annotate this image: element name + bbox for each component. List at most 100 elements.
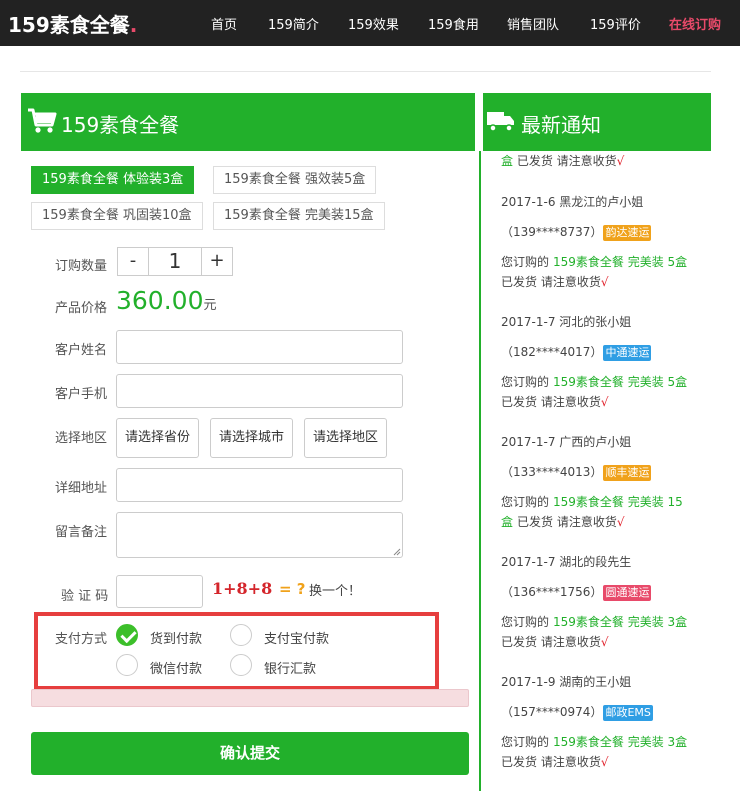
address-label: 详细地址 bbox=[55, 481, 108, 496]
payment-bank-label[interactable]: 银行汇款 bbox=[264, 658, 316, 677]
courier-badge: 顺丰速运 bbox=[603, 464, 652, 481]
name-label: 客户姓名 bbox=[55, 343, 108, 358]
notice-product-prefix: 您订购的 bbox=[501, 735, 550, 749]
captcha-equals: = ? bbox=[279, 580, 306, 598]
notice-phone-line: （139****8737） 韵达速运 bbox=[501, 223, 652, 241]
submit-button[interactable]: 确认提交 bbox=[31, 732, 469, 775]
quantity-minus-button[interactable]: - bbox=[117, 247, 149, 276]
cart-icon bbox=[28, 108, 57, 133]
notice-product-prefix: 您订购的 bbox=[501, 375, 550, 389]
notice-phone-line: （136****1756） 圆通速运 bbox=[501, 583, 652, 601]
price-label: 产品价格 bbox=[55, 301, 108, 316]
nav-home[interactable]: 首页 bbox=[211, 14, 237, 33]
city-select[interactable]: 请选择城市 bbox=[210, 418, 294, 458]
district-select[interactable]: 请选择地区 bbox=[304, 418, 388, 458]
top-navbar: 159素食全餐. 首页 159简介 159效果 159食用 销售团队 159评价… bbox=[0, 0, 740, 46]
notice-phone-line: （182****4017） 中通速运 bbox=[501, 343, 652, 361]
notice-product-prefix: 您订购的 bbox=[501, 255, 550, 269]
captcha-refresh-link[interactable]: 换一个！ bbox=[309, 580, 361, 599]
notice-partial-shipped: 已发货 请注意收货 bbox=[516, 154, 617, 168]
notice-shipped: 已发货 请注意收货 bbox=[501, 755, 601, 769]
payment-alipay-label[interactable]: 支付宝付款 bbox=[264, 628, 329, 647]
nav-sales-team[interactable]: 销售团队 bbox=[507, 14, 559, 33]
payment-label: 支付方式 bbox=[55, 632, 108, 647]
notice-product-line: 您订购的 159素食全餐 完美装 5盒 bbox=[501, 253, 687, 270]
notice-date-name: 2017-1-7 河北的张小姐 bbox=[501, 315, 632, 329]
captcha-expression: 1+8+8 bbox=[212, 579, 273, 598]
payment-wechat-radio[interactable] bbox=[116, 654, 138, 676]
payment-alipay-radio[interactable] bbox=[230, 624, 252, 646]
note-textarea[interactable] bbox=[116, 512, 403, 558]
phone-input[interactable] bbox=[116, 374, 403, 408]
truck-icon bbox=[487, 112, 514, 132]
name-input[interactable] bbox=[116, 330, 403, 364]
notice-shipped-line: 已发货 请注意收货√ bbox=[501, 393, 608, 410]
notice-shipped: 已发货 请注意收货 bbox=[501, 395, 601, 409]
notice-partial: 盒 已发货 请注意收货√ bbox=[501, 152, 624, 169]
notice-divider-line bbox=[479, 151, 481, 791]
quantity-label: 订购数量 bbox=[55, 259, 108, 274]
province-select[interactable]: 请选择省份 bbox=[116, 418, 200, 458]
payment-cod-label[interactable]: 货到付款 bbox=[150, 628, 202, 647]
courier-badge: 中通速运 bbox=[603, 344, 652, 361]
nav-reviews[interactable]: 159评价 bbox=[590, 14, 641, 33]
site-logo[interactable]: 159素食全餐. bbox=[8, 9, 137, 38]
notice-phone: （133****4013） bbox=[501, 465, 603, 479]
quantity-input[interactable]: 1 bbox=[149, 247, 201, 276]
notice-product: 159素食全餐 完美装 5盒 bbox=[553, 375, 688, 389]
phone-label: 客户手机 bbox=[55, 387, 108, 402]
resize-grip-icon[interactable] bbox=[393, 548, 401, 556]
quantity-plus-button[interactable]: + bbox=[201, 247, 233, 276]
payment-cod-radio[interactable] bbox=[116, 624, 138, 646]
notice-phone: （157****0974） bbox=[501, 705, 603, 719]
package-consolidate[interactable]: 159素食全餐 巩固装10盒 bbox=[31, 202, 203, 230]
payment-wechat-label[interactable]: 微信付款 bbox=[150, 658, 202, 677]
notice-product-line: 您订购的 159素食全餐 完美装 5盒 bbox=[501, 373, 687, 390]
notice-check: √ bbox=[600, 275, 609, 289]
notice-shipped-line: 已发货 请注意收货√ bbox=[501, 273, 608, 290]
notice-shipped: 已发货 请注意收货 bbox=[501, 635, 601, 649]
notice-date-name: 2017-1-7 广西的卢小姐 bbox=[501, 435, 632, 449]
order-panel-header: 159素食全餐 bbox=[21, 93, 475, 151]
nav-usage[interactable]: 159食用 bbox=[428, 14, 479, 33]
notice-partial-box: 盒 bbox=[501, 154, 514, 168]
address-input[interactable] bbox=[116, 468, 403, 502]
notice-check: √ bbox=[616, 515, 625, 529]
payment-bank-radio[interactable] bbox=[230, 654, 252, 676]
package-trial[interactable]: 159素食全餐 体验装3盒 bbox=[31, 166, 195, 194]
notice-phone: （139****8737） bbox=[501, 225, 603, 239]
captcha-input[interactable] bbox=[116, 575, 203, 608]
note-label: 留言备注 bbox=[55, 525, 108, 540]
package-strong[interactable]: 159素食全餐 强效装5盒 bbox=[213, 166, 377, 194]
notice-partial-check: √ bbox=[616, 154, 625, 168]
notice-panel-header: 最新通知 bbox=[483, 93, 711, 151]
notice-phone-line: （157****0974） 邮政EMS bbox=[501, 703, 653, 721]
divider bbox=[20, 71, 711, 72]
notice-phone: （182****4017） bbox=[501, 345, 603, 359]
courier-badge: 韵达速运 bbox=[603, 224, 652, 241]
captcha-label: 验 证 码 bbox=[61, 589, 109, 604]
package-perfect[interactable]: 159素食全餐 完美装15盒 bbox=[213, 202, 385, 230]
notice-check: √ bbox=[600, 395, 609, 409]
price-value: 360.00 bbox=[116, 286, 204, 315]
nav-effects[interactable]: 159效果 bbox=[348, 14, 399, 33]
price-display: 360.00元 bbox=[116, 286, 217, 315]
region-label: 选择地区 bbox=[55, 431, 108, 446]
notice-product: 159素食全餐 完美装 5盒 bbox=[553, 255, 688, 269]
notice-date-name: 2017-1-7 湖北的段先生 bbox=[501, 555, 632, 569]
nav-intro[interactable]: 159简介 bbox=[268, 14, 319, 33]
notice-shipped-line: 盒已发货 请注意收货√ bbox=[501, 513, 625, 530]
notice-product-line: 您订购的 159素食全餐 完美装 3盒 bbox=[501, 733, 687, 750]
courier-badge: 邮政EMS bbox=[603, 704, 653, 721]
notice-shipped-line: 已发货 请注意收货√ bbox=[501, 753, 608, 770]
notice-product-wrap: 盒 bbox=[501, 515, 514, 529]
price-unit: 元 bbox=[203, 298, 217, 313]
notice-product-prefix: 您订购的 bbox=[501, 495, 550, 509]
nav-order-online[interactable]: 在线订购 bbox=[669, 14, 721, 33]
notice-shipped: 已发货 请注意收货 bbox=[517, 515, 617, 529]
notice-phone-line: （133****4013） 顺丰速运 bbox=[501, 463, 652, 481]
notice-product: 159素食全餐 完美装 3盒 bbox=[553, 735, 688, 749]
notice-check: √ bbox=[600, 635, 609, 649]
notice-product-line: 您订购的 159素食全餐 完美装 15 bbox=[501, 493, 683, 510]
notice-phone: （136****1756） bbox=[501, 585, 603, 599]
